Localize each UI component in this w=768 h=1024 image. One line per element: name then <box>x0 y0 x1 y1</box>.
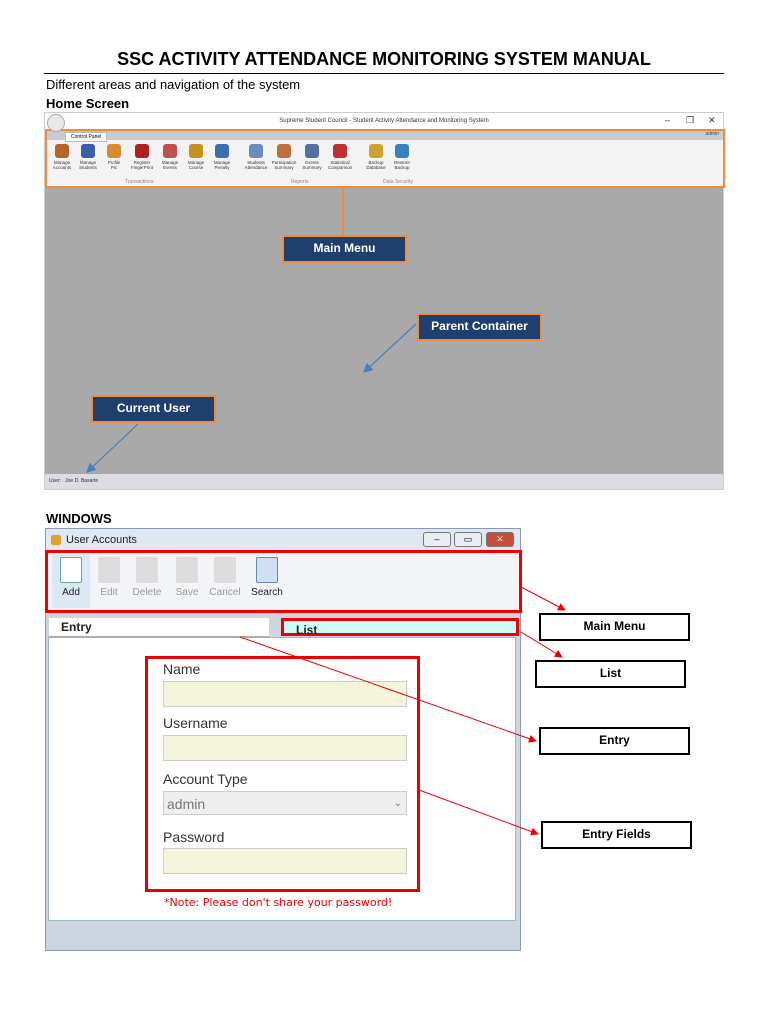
annotation-arrows <box>86 187 566 836</box>
main-menu-arrow <box>520 586 566 611</box>
list-arrow <box>520 631 563 658</box>
current-user-arrow <box>86 423 139 473</box>
parent-container-arrow <box>363 323 417 373</box>
entry-fields-arrow <box>418 789 539 836</box>
app-orb-icon[interactable] <box>47 114 65 132</box>
entry-arrow <box>239 636 537 743</box>
